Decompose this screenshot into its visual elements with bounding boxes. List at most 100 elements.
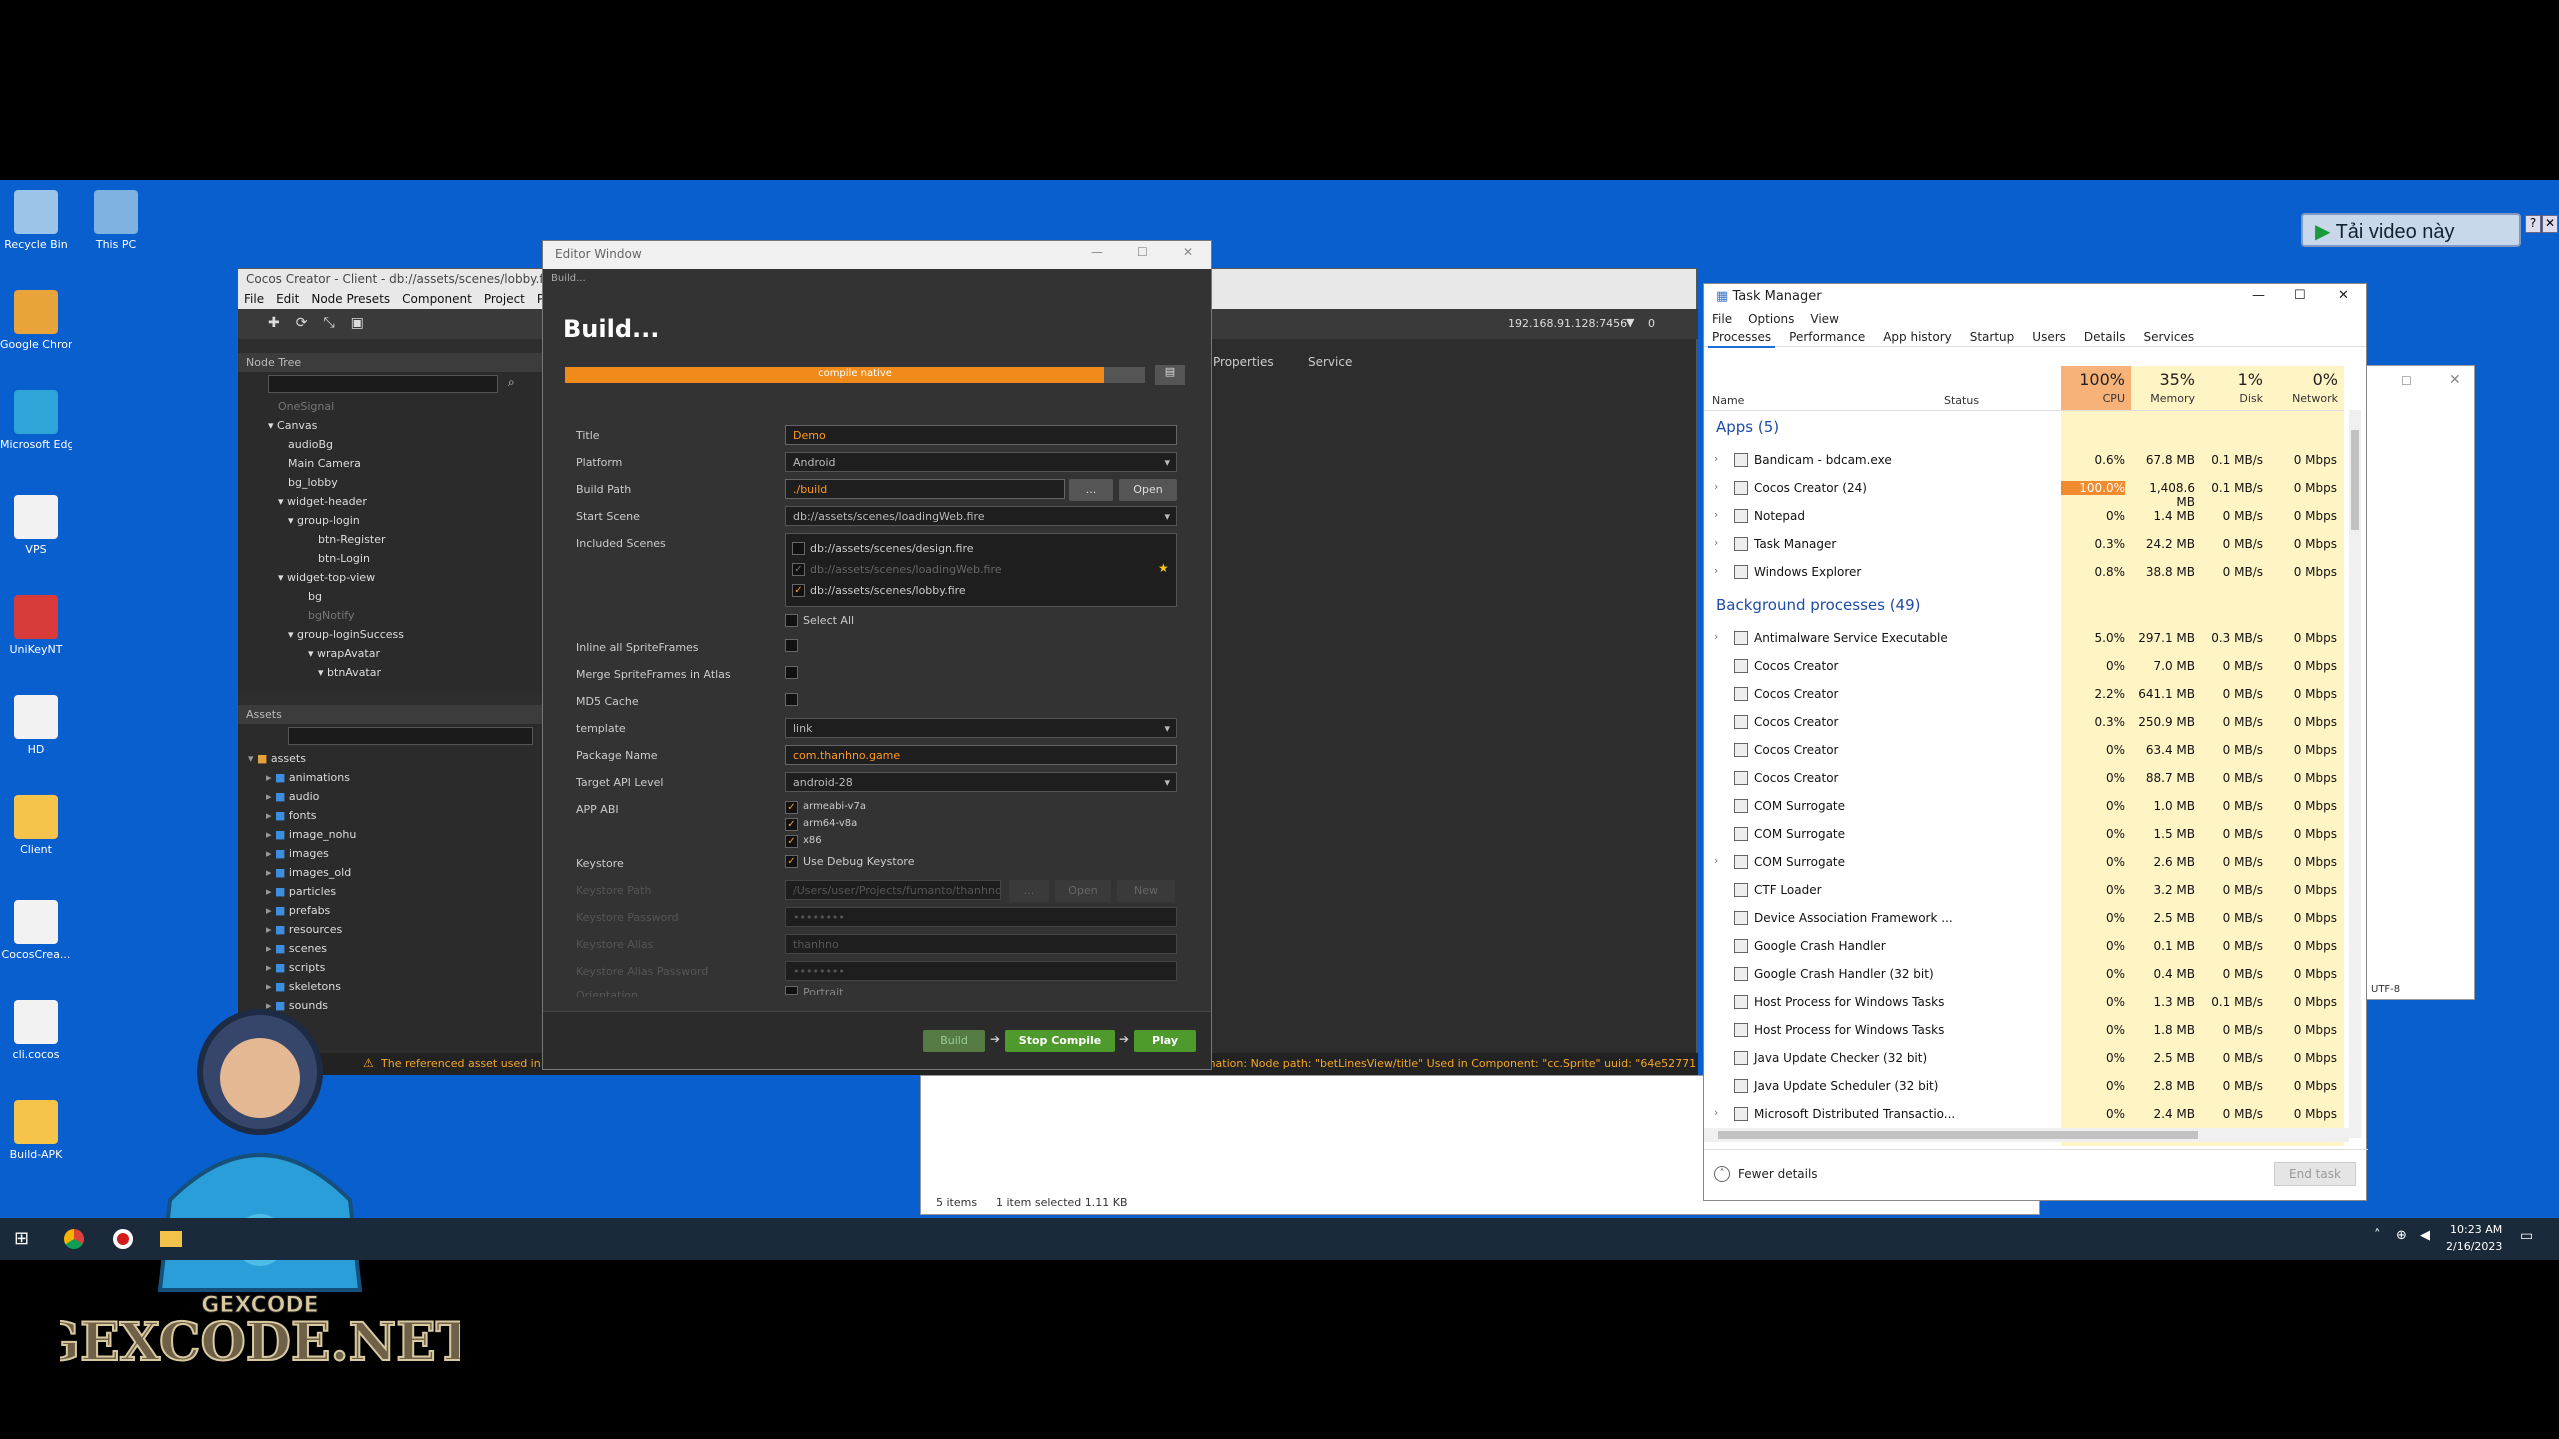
chevron-right-icon[interactable]: ▸ [266,809,275,822]
process-row[interactable]: › Microsoft Distributed Transactio... 0% 2.… [1704,1100,2344,1128]
chevron-right-icon[interactable]: › [1714,564,1718,577]
tree-node[interactable]: audioBg [238,435,542,454]
tree-node[interactable]: ▾ Canvas [238,416,542,435]
start-scene-select[interactable]: db://assets/scenes/loadingWeb.fire ▾ [785,506,1177,526]
chevron-right-icon[interactable]: ▸ [266,828,275,841]
chevron-right-icon[interactable]: ▸ [266,885,275,898]
maximize-icon[interactable]: ☐ [2294,288,2306,303]
name-header[interactable]: Name [1712,394,1744,407]
chevron-right-icon[interactable]: › [1714,630,1718,643]
desktop-icon[interactable]: HD [0,695,72,756]
tab-startup[interactable]: Startup [1966,328,2019,346]
clock-date[interactable]: 2/16/2023 [2446,1240,2502,1253]
process-row[interactable]: Cocos Creator 2.2% 641.1 MB 0 MB/s 0 Mbps [1704,680,2344,708]
chevron-down-icon[interactable]: ▾ [318,666,327,679]
chevron-down-icon[interactable]: ▾ [308,647,317,660]
menu-item[interactable]: Options [1748,312,1794,326]
chevron-right-icon[interactable]: ▸ [266,904,275,917]
process-row[interactable]: Java Update Checker (32 bit) 0% 2.5 MB 0 MB… [1704,1044,2344,1072]
process-row[interactable]: CTF Loader 0% 3.2 MB 0 MB/s 0 Mbps [1704,876,2344,904]
chevron-right-icon[interactable]: ▸ [266,942,275,955]
network-header[interactable]: 0% Network [2269,366,2344,410]
process-row[interactable]: › Bandicam - bdcam.exe 0.6% 67.8 MB 0.1 MB/s… [1704,446,2344,474]
menu-item[interactable]: Component [402,292,472,306]
asset-folder[interactable]: ▸ ■ images [238,844,542,863]
tree-node[interactable]: ▾ group-loginSuccess [238,625,542,644]
title-input[interactable]: Demo [785,425,1177,445]
process-row[interactable]: Cocos Creator 0% 88.7 MB 0 MB/s 0 Mbps [1704,764,2344,792]
disk-header[interactable]: 1% Disk [2201,366,2269,410]
tab-properties[interactable]: Properties [1213,355,1274,369]
asset-folder[interactable]: ▾ ■ assets [238,749,542,768]
fewer-details-link[interactable]: Fewer details [1738,1167,1818,1181]
tab-services[interactable]: Services [2140,328,2199,346]
desktop-icon[interactable]: VPS [0,495,72,556]
notification-icon[interactable]: ▭ [2520,1228,2533,1244]
abi-checkbox[interactable]: ✓ [785,818,798,831]
package-name-input[interactable]: com.thanhno.game [785,745,1177,765]
minimize-icon[interactable]: — [1091,245,1103,259]
tab-details[interactable]: Details [2080,328,2130,346]
tree-node[interactable]: ▾ group-login [238,511,542,530]
chevron-right-icon[interactable]: ▸ [266,866,275,879]
chevron-down-icon[interactable]: ▾ [248,752,257,765]
minimize-icon[interactable]: — [2252,288,2265,303]
asset-folder[interactable]: ▸ ■ images_old [238,863,542,882]
transform-tools[interactable]: ✚⟳⤡▣ [268,315,380,331]
open-build-path-button[interactable]: Open [1119,479,1177,501]
scene-checkbox[interactable]: ✓ [792,584,805,597]
chevron-right-icon[interactable]: › [1714,854,1718,867]
menu-item[interactable]: File [1712,312,1732,326]
chevron-down-icon[interactable]: ▾ [268,419,277,432]
chevron-down-icon[interactable]: ▾ [278,495,287,508]
asset-folder[interactable]: ▸ ■ animations [238,768,542,787]
tab-users[interactable]: Users [2028,328,2070,346]
platform-select[interactable]: Android ▾ [785,452,1177,472]
merge-checkbox[interactable] [785,666,798,679]
process-row[interactable]: Host Process for Windows Tasks 0% 1.8 MB 0 … [1704,1016,2344,1044]
tree-node[interactable]: ▾ widget-top-view [238,568,542,587]
chevron-right-icon[interactable]: › [1714,452,1718,465]
portrait-checkbox[interactable] [785,986,798,995]
menu-item[interactable]: Node Presets [311,292,390,306]
help-icon[interactable]: ? [2525,215,2541,233]
tree-node[interactable]: Main Camera [238,454,542,473]
asset-folder[interactable]: ▸ ■ resources [238,920,542,939]
asset-folder[interactable]: ▸ ■ image_nohu [238,825,542,844]
folder-icon[interactable] [160,1231,182,1247]
close-icon[interactable]: ✕ [2338,288,2349,303]
tab-processes[interactable]: Processes [1708,328,1776,348]
tree-node[interactable]: ▾ widget-header [238,492,542,511]
process-row[interactable]: Host Process for Windows Tasks 0% 1.3 MB 0.… [1704,988,2344,1016]
tree-node[interactable]: bg_lobby [238,473,542,492]
status-header[interactable]: Status [1944,394,1979,407]
tab-performance[interactable]: Performance [1785,328,1869,346]
menu-item[interactable]: Project [484,292,525,306]
desktop-icon[interactable]: Client [0,795,72,856]
bandicam-icon[interactable] [113,1229,133,1249]
process-row[interactable]: COM Surrogate 0% 1.0 MB 0 MB/s 0 Mbps [1704,792,2344,820]
abi-checkbox[interactable]: ✓ [785,801,798,814]
chevron-right-icon[interactable]: › [1714,480,1718,493]
asset-folder[interactable]: ▸ ■ prefabs [238,901,542,920]
process-row[interactable]: › Notepad 0% 1.4 MB 0 MB/s 0 Mbps [1704,502,2344,530]
windows-start-icon[interactable]: ⊞ [14,1228,29,1249]
menu-item[interactable]: Edit [276,292,299,306]
process-row[interactable]: Google Crash Handler (32 bit) 0% 0.4 MB 0 M… [1704,960,2344,988]
close-icon[interactable]: ✕ [1183,245,1193,259]
build-button[interactable]: Build [923,1030,985,1052]
asset-folder[interactable]: ▸ ■ scenes [238,939,542,958]
select-all-checkbox[interactable] [785,614,798,627]
tree-node[interactable]: OneSignal [238,397,542,416]
desktop-icon[interactable]: UniKeyNT [0,595,72,656]
play-button[interactable]: Play [1134,1030,1196,1052]
tree-node[interactable]: btn-Login [238,549,542,568]
asset-search-input[interactable] [288,727,533,745]
tab-build[interactable]: Build... [551,273,586,284]
stop-compile-button[interactable]: Stop Compile [1005,1030,1115,1052]
desktop-icon[interactable]: Recycle Bin [0,190,72,251]
tree-node[interactable]: ▾ wrapAvatar [238,644,542,663]
tree-node[interactable]: bg [238,587,542,606]
desktop-icon[interactable]: This PC [80,190,152,251]
api-level-select[interactable]: android-28 ▾ [785,772,1177,792]
